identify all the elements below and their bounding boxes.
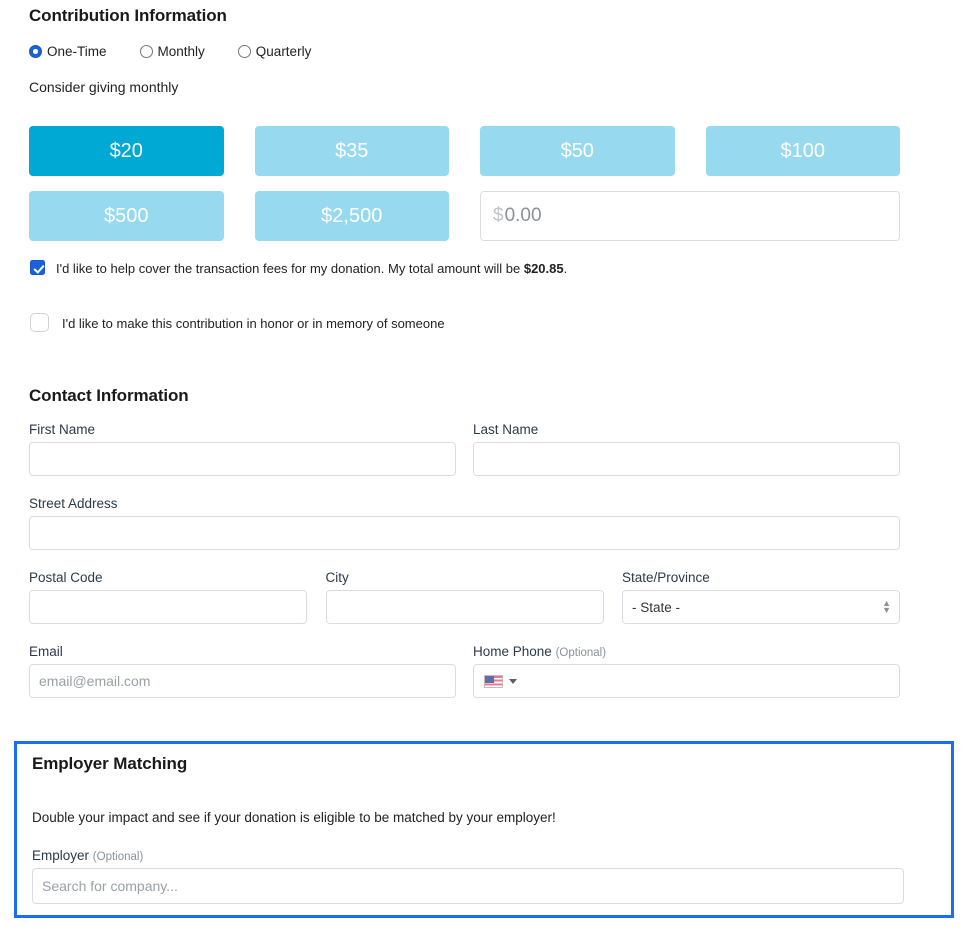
amount-button-500[interactable]: $500 xyxy=(29,191,224,241)
street-address-label: Street Address xyxy=(29,496,118,511)
amount-button-20[interactable]: $20 xyxy=(29,126,224,176)
street-address-group: Street Address xyxy=(29,496,900,550)
consider-giving-monthly-text: Consider giving monthly xyxy=(29,79,179,95)
first-name-group: First Name xyxy=(29,422,456,476)
city-input[interactable] xyxy=(325,590,604,624)
chevron-down-icon[interactable] xyxy=(509,678,517,684)
employer-search-input[interactable] xyxy=(32,868,904,904)
city-state-row: Postal Code City State/Province - State … xyxy=(29,570,900,624)
employer-label: Employer (Optional) xyxy=(32,848,904,863)
email-phone-row: Email Home Phone (Optional) xyxy=(29,644,900,698)
contact-information-title: Contact Information xyxy=(29,386,189,405)
city-group: City xyxy=(325,570,604,624)
donation-form-page: Contribution Information One-Time Monthl… xyxy=(0,0,968,931)
cover-fees-label: I'd like to help cover the transaction f… xyxy=(56,259,567,277)
email-label: Email xyxy=(29,644,63,659)
employer-field-group: Employer (Optional) xyxy=(32,848,904,904)
employer-matching-section: Employer Matching Double your impact and… xyxy=(14,741,954,918)
postal-code-group: Postal Code xyxy=(29,570,307,624)
cover-fees-text-after: . xyxy=(563,261,568,276)
radio-one-time-icon[interactable] xyxy=(29,45,42,58)
custom-amount-wrapper[interactable]: $ xyxy=(480,191,900,241)
last-name-input[interactable] xyxy=(473,442,900,476)
home-phone-optional-tag: (Optional) xyxy=(555,647,607,659)
cover-fees-text-before: I'd like to help cover the transaction f… xyxy=(56,261,524,276)
state-select[interactable]: - State - xyxy=(622,590,900,624)
amount-button-2500[interactable]: $2,500 xyxy=(254,191,449,241)
employer-label-text: Employer xyxy=(32,848,90,863)
cover-fees-row[interactable]: I'd like to help cover the transaction f… xyxy=(30,259,567,277)
postal-code-label: Postal Code xyxy=(29,570,103,585)
street-address-input[interactable] xyxy=(29,516,900,550)
contribution-information-title: Contribution Information xyxy=(29,6,227,25)
last-name-label: Last Name xyxy=(473,422,539,437)
us-flag-icon xyxy=(484,674,503,688)
frequency-option-quarterly[interactable]: Quarterly xyxy=(237,44,312,59)
amount-selection-grid: $20 $35 $50 $100 $500 $2,500 $ xyxy=(29,126,900,241)
honor-memory-checkbox[interactable] xyxy=(30,313,49,332)
last-name-group: Last Name xyxy=(473,422,900,476)
employer-matching-title: Employer Matching xyxy=(32,754,188,773)
home-phone-group: Home Phone (Optional) xyxy=(473,644,900,698)
frequency-option-quarterly-label: Quarterly xyxy=(255,44,312,59)
frequency-option-monthly-label: Monthly xyxy=(157,44,205,59)
street-address-row: Street Address xyxy=(29,496,900,550)
name-row: First Name Last Name xyxy=(29,422,900,476)
cover-fees-total-amount: $20.85 xyxy=(523,261,564,276)
first-name-label: First Name xyxy=(29,422,96,437)
state-label: State/Province xyxy=(622,570,710,585)
home-phone-wrapper[interactable] xyxy=(473,664,900,698)
amount-button-35[interactable]: $35 xyxy=(254,126,449,176)
state-select-wrapper[interactable]: - State - ▲ ▼ xyxy=(622,590,900,624)
radio-monthly-icon[interactable] xyxy=(139,45,153,58)
honor-memory-label: I'd like to make this contribution in ho… xyxy=(62,316,445,331)
state-group: State/Province - State - ▲ ▼ xyxy=(622,570,900,624)
home-phone-label: Home Phone (Optional) xyxy=(473,644,900,659)
email-group: Email xyxy=(29,644,456,698)
home-phone-label-text: Home Phone xyxy=(473,644,552,659)
employer-optional-tag: (Optional) xyxy=(92,851,144,863)
home-phone-input[interactable] xyxy=(517,665,899,697)
city-label: City xyxy=(325,570,349,585)
honor-memory-row[interactable]: I'd like to make this contribution in ho… xyxy=(30,313,445,332)
frequency-option-monthly[interactable]: Monthly xyxy=(139,44,205,59)
frequency-option-one-time-label: One-Time xyxy=(47,44,107,59)
first-name-input[interactable] xyxy=(29,442,456,476)
frequency-radio-group: One-Time Monthly Quarterly xyxy=(29,44,311,59)
amount-button-50[interactable]: $50 xyxy=(480,126,675,176)
employer-matching-description: Double your impact and see if your donat… xyxy=(32,810,556,825)
cover-fees-checkbox[interactable] xyxy=(30,260,45,275)
email-input[interactable] xyxy=(29,664,456,698)
amount-button-100[interactable]: $100 xyxy=(705,126,900,176)
custom-amount-input[interactable] xyxy=(504,205,887,227)
frequency-option-one-time[interactable]: One-Time xyxy=(29,44,107,59)
currency-symbol: $ xyxy=(493,205,504,226)
radio-quarterly-icon[interactable] xyxy=(237,45,251,58)
postal-code-input[interactable] xyxy=(29,590,307,624)
